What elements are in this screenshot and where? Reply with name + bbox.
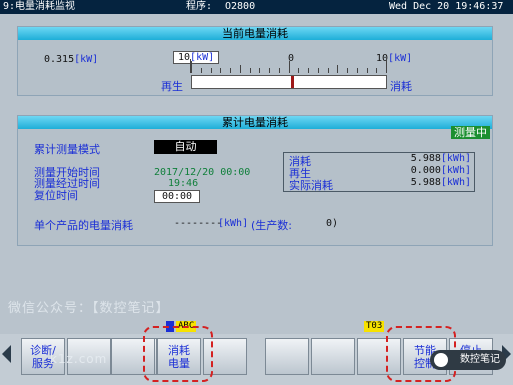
scale-tick <box>289 61 290 73</box>
datetime: Wed Dec 20 19:46:37 <box>389 1 504 12</box>
current-power-unit: [kW] <box>74 54 99 65</box>
title-bar: 9:电量消耗监视 程序: O2800 Wed Dec 20 19:46:37 <box>0 0 513 14</box>
logo-icon <box>434 353 448 367</box>
current-power-value: 0.315 <box>44 54 75 65</box>
scale-tick <box>308 68 309 73</box>
scale-tick <box>386 61 387 73</box>
scale-tick <box>269 68 270 73</box>
logo-badge: 数控笔记 <box>430 350 506 370</box>
cumulative-power-title: 累计电量消耗 <box>18 116 492 129</box>
summary-row: 实际消耗 5.988[kWh] <box>284 177 474 192</box>
scale-tick <box>250 68 251 73</box>
summary-box: 消耗 5.988[kWh] 再生 0.000[kWh] 实际消耗 5.988[k… <box>283 152 475 192</box>
per-product-unit: [kWh] <box>218 218 249 229</box>
scale-tick <box>298 68 299 73</box>
summary-value: 0.000 <box>410 165 441 176</box>
summary-row: 再生 0.000[kWh] <box>284 165 474 180</box>
tool-tag: T03 <box>364 321 385 332</box>
cumulative-power-panel: 累计电量消耗 测量中 累计测量模式 自动 测量开始时间 2017/12/20 0… <box>17 115 493 246</box>
scale-tick <box>328 68 329 73</box>
per-product-label: 单个产品的电量消耗 <box>34 219 133 232</box>
reset-label: 复位时间 <box>34 189 78 202</box>
start-time-value: 2017/12/20 00:00 <box>154 167 251 178</box>
elapsed-label: 测量经过时间 <box>34 177 100 190</box>
per-product-value: -------- <box>174 218 223 229</box>
summary-unit: [kWh] <box>440 165 471 176</box>
power-scale <box>190 59 387 73</box>
per-product-count: 0) <box>326 218 339 229</box>
watermark-text: 微信公众号：【数控笔记】 <box>8 301 170 316</box>
scale-tick <box>376 68 377 73</box>
per-product-count-label: (生产数: <box>251 219 292 232</box>
scale-tick <box>347 68 348 73</box>
scale-tick <box>191 61 192 73</box>
scale-tick <box>240 65 241 73</box>
current-power-title: 当前电量消耗 <box>18 27 492 40</box>
reset-time-input[interactable]: 00:00 <box>154 190 200 203</box>
scale-right-unit: [kW] <box>388 53 413 64</box>
scale-tick <box>220 68 221 73</box>
current-power-readout: 0.315[kW] <box>44 54 98 65</box>
scale-tick <box>201 68 202 73</box>
summary-value-wrap: 0.000[kWh] <box>411 165 471 176</box>
program-number: O2800 <box>225 1 256 12</box>
summary-value: 5.988 <box>410 153 441 164</box>
summary-unit: [kWh] <box>440 177 471 188</box>
mode-value[interactable]: 自动 <box>154 140 217 154</box>
program-label: 程序: <box>186 1 213 12</box>
scale-tick <box>367 68 368 73</box>
scale-tick <box>337 65 338 73</box>
scale-tick <box>211 68 212 73</box>
regen-label: 再生 <box>161 80 183 93</box>
watermark-site: k1z.com <box>50 352 108 366</box>
summary-value-wrap: 5.988[kWh] <box>411 153 471 164</box>
summary-row: 消耗 5.988[kWh] <box>284 153 474 168</box>
summary-label: 实际消耗 <box>289 179 333 192</box>
softkey-prev-arrow-icon[interactable] <box>2 345 11 363</box>
power-gauge-bar <box>191 75 387 89</box>
highlight-frame-consumption <box>143 326 213 382</box>
elapsed-value: 19:46 <box>168 178 199 189</box>
power-gauge-needle <box>291 76 294 88</box>
softkey-blank[interactable] <box>265 338 309 375</box>
scale-tick <box>318 68 319 73</box>
scale-tick <box>357 68 358 73</box>
logo-text: 数控笔记 <box>460 354 500 365</box>
scale-left-value: 10 <box>178 52 191 63</box>
summary-value-wrap: 5.988[kWh] <box>411 177 471 188</box>
screen-title: 9:电量消耗监视 <box>3 1 76 12</box>
softkey-blank[interactable] <box>311 338 355 375</box>
scale-tick <box>279 68 280 73</box>
summary-unit: [kWh] <box>440 153 471 164</box>
mode-label: 累计测量模式 <box>34 143 100 156</box>
consume-label: 消耗 <box>390 80 412 93</box>
scale-tick <box>259 68 260 73</box>
scale-tick <box>230 68 231 73</box>
status-badge: 测量中 <box>451 126 490 139</box>
summary-value: 5.988 <box>410 177 441 188</box>
